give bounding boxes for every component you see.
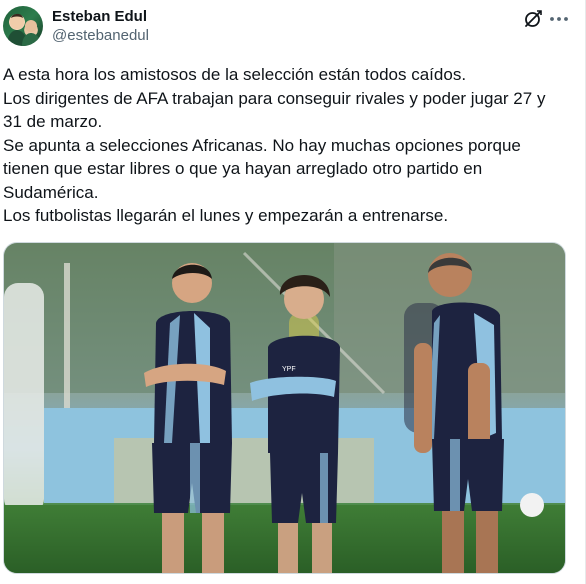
grok-icon[interactable] <box>521 7 545 31</box>
tweet-line: tienen que estar libres o que ya hayan a… <box>3 159 483 178</box>
shirt-sponsor-text: YPF <box>282 366 296 373</box>
author-handle[interactable]: @estebanedul <box>52 27 149 45</box>
avatar-image <box>7 13 41 46</box>
tweet-photo[interactable]: YPF <box>3 242 566 574</box>
tweet-line: Sudamérica. <box>3 182 99 202</box>
training-photo: YPF <box>4 243 565 573</box>
avatar[interactable] <box>3 6 43 46</box>
tweet-line: 31 de marzo. <box>3 112 103 131</box>
tweet-line: Los futbolistas llegarán el lunes y empe… <box>3 206 449 225</box>
tweet-line: A esta hora los amistosos de la selecció… <box>3 65 467 84</box>
tweet-line: Se apunta a selecciones Africanas. No ha… <box>3 135 521 155</box>
author-name[interactable]: Esteban Edul <box>52 8 147 26</box>
more-options-icon[interactable] <box>547 7 571 31</box>
tweet-line: Los dirigentes de AFA trabajan para cons… <box>3 88 546 108</box>
tweet-card: Esteban Edul @estebanedul A esta hora lo… <box>0 0 586 584</box>
tweet-text: A esta hora los amistosos de la selecció… <box>3 63 573 228</box>
